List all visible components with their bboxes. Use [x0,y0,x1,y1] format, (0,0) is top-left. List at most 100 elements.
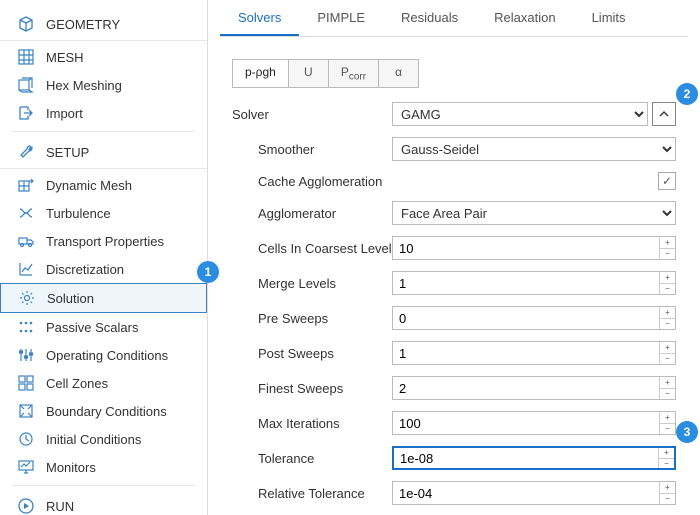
label-maxit: Max Iterations [232,416,392,431]
sidebar-item-hex-meshing[interactable]: Hex Meshing [0,71,207,99]
label-tol: Tolerance [232,451,392,466]
spin-down[interactable]: − [660,249,675,260]
sidebar-item-label: Operating Conditions [46,348,168,363]
boundary-icon [18,403,34,419]
section-setup[interactable]: SETUP [0,136,207,169]
main-panel: Solvers PIMPLE Residuals Relaxation Limi… [208,0,700,515]
sidebar-item-label: Dynamic Mesh [46,178,132,193]
row-cache-agglomeration: Cache Agglomeration ✓ [232,172,676,190]
spin-down[interactable]: − [659,459,674,469]
tab-residuals[interactable]: Residuals [383,1,476,36]
spin-down[interactable]: − [660,424,675,435]
spin-up[interactable]: + [660,482,675,494]
cells-input[interactable] [393,237,659,259]
spin-down[interactable]: − [660,284,675,295]
sidebar-item-label: Passive Scalars [46,320,138,335]
row-max-iterations: Max Iterations +− [232,411,676,435]
collapse-button[interactable] [652,102,676,126]
spin-up[interactable]: + [660,307,675,319]
label-merge: Merge Levels [232,276,392,291]
tab-limits[interactable]: Limits [574,1,644,36]
sidebar-item-discretization[interactable]: Discretization [0,255,207,283]
callout-badge-1: 1 [197,261,219,283]
sidebar-item-cell-zones[interactable]: Cell Zones [0,369,207,397]
tabs-top: Solvers PIMPLE Residuals Relaxation Limi… [220,0,688,37]
app-root: GEOMETRY MESH Hex Meshing Import SETUP D… [0,0,700,515]
sub-tab-subscript: corr [349,71,366,82]
hex-icon [18,77,34,93]
sub-tab-p-rgh[interactable]: p-ρgh [232,59,289,88]
section-label: GEOMETRY [46,17,120,32]
merge-input[interactable] [393,272,659,294]
reltol-input[interactable] [393,482,659,504]
spin-up[interactable]: + [659,448,674,459]
tab-relaxation[interactable]: Relaxation [476,1,573,36]
monitor-icon [18,459,34,475]
grid-icon [18,49,34,65]
callout-badge-3: 3 [676,421,698,443]
sidebar-item-solution[interactable]: Solution [0,283,207,313]
swirl-icon [18,205,34,221]
sub-tab-label: P [341,65,349,79]
sidebar-item-label: Transport Properties [46,234,164,249]
sidebar-item-turbulence[interactable]: Turbulence [0,199,207,227]
spin-up[interactable]: + [660,272,675,284]
label-cache: Cache Agglomeration [232,174,392,189]
maxit-input[interactable] [393,412,659,434]
sidebar-item-import[interactable]: Import [0,99,207,127]
spin-down[interactable]: − [660,319,675,330]
cache-checkbox[interactable]: ✓ [658,172,676,190]
sub-tab-pcorr[interactable]: Pcorr [329,59,379,88]
label-pre: Pre Sweeps [232,311,392,326]
sidebar-item-dynamic-mesh[interactable]: Dynamic Mesh [0,171,207,199]
truck-icon [18,233,34,249]
sidebar-item-initial-conditions[interactable]: Initial Conditions [0,425,207,453]
spin-up[interactable]: + [660,377,675,389]
solver-select[interactable]: GAMG [392,102,648,126]
sub-tab-u[interactable]: U [289,59,329,88]
gear-icon [19,290,35,306]
sidebar-item-label: Initial Conditions [46,432,141,447]
sidebar-item-transport-properties[interactable]: Transport Properties [0,227,207,255]
row-smoother: Smoother Gauss-Seidel [232,137,676,161]
mesh-move-icon [18,177,34,193]
sidebar-item-monitors[interactable]: Monitors [0,453,207,481]
spin-up[interactable]: + [660,342,675,354]
spin-up[interactable]: + [660,412,675,424]
label-solver: Solver [232,107,392,122]
tab-pimple[interactable]: PIMPLE [299,1,383,36]
form: Solver GAMG Smoother Gauss-Seidel Cache … [220,102,688,505]
row-relative-tolerance: Relative Tolerance +− [232,481,676,505]
row-cells-coarsest: Cells In Coarsest Level +− [232,236,676,260]
spin-down[interactable]: − [660,389,675,400]
sidebar-item-boundary-conditions[interactable]: Boundary Conditions [0,397,207,425]
row-pre-sweeps: Pre Sweeps +− [232,306,676,330]
sidebar-item-label: Discretization [46,262,124,277]
post-input[interactable] [393,342,659,364]
sidebar-item-label: Hex Meshing [46,78,122,93]
tolerance-input[interactable] [394,448,658,468]
row-tolerance: Tolerance +− [232,446,676,470]
pre-input[interactable] [393,307,659,329]
spin-up[interactable]: + [660,237,675,249]
tab-solvers[interactable]: Solvers [220,1,299,36]
sidebar-item-label: Import [46,106,83,121]
sidebar-item-label: Cell Zones [46,376,108,391]
sidebar-item-mesh[interactable]: MESH [0,43,207,71]
spin-down[interactable]: − [660,354,675,365]
sidebar-item-operating-conditions[interactable]: Operating Conditions [0,341,207,369]
agglomerator-select[interactable]: Face Area Pair [392,201,676,225]
sidebar-item-passive-scalars[interactable]: Passive Scalars [0,313,207,341]
section-geometry[interactable]: GEOMETRY [0,8,207,41]
divider [12,131,195,132]
sub-tabs: p-ρgh U Pcorr α [232,59,688,88]
section-run[interactable]: RUN [0,490,207,515]
row-solver: Solver GAMG [232,102,676,126]
sidebar: GEOMETRY MESH Hex Meshing Import SETUP D… [0,0,208,515]
graph-icon [18,261,34,277]
finest-input[interactable] [393,377,659,399]
smoother-select[interactable]: Gauss-Seidel [392,137,676,161]
sub-tab-alpha[interactable]: α [379,59,419,88]
spin-down[interactable]: − [660,494,675,505]
wrench-icon [18,144,34,160]
